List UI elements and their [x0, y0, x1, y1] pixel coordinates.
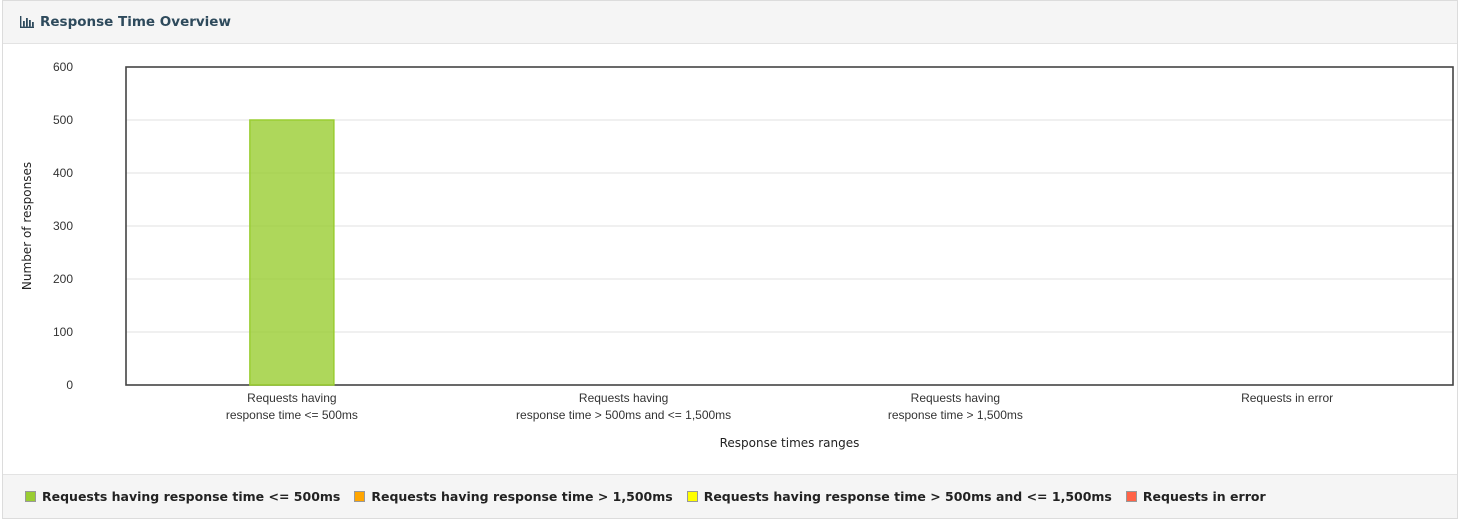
y-tick-label-0: 0 [66, 378, 73, 392]
x-tick-label-2-1: response time > 1,500ms [888, 408, 1023, 422]
panel-header: Response Time Overview [3, 1, 1457, 44]
legend-label: Requests in error [1142, 489, 1266, 504]
legend-item-2[interactable]: Requests having response time > 500ms an… [686, 489, 1112, 504]
y-tick-label-100: 100 [53, 325, 73, 339]
legend-swatch [686, 491, 698, 502]
legend-item-3[interactable]: Requests in error [1125, 489, 1266, 504]
chart-legend: Requests having response time <= 500ms Re… [3, 474, 1457, 518]
legend-label: Requests having response time <= 500ms [42, 489, 341, 504]
legend-item-1[interactable]: Requests having response time > 1,500ms [354, 489, 673, 504]
x-tick-label-0-1: response time <= 500ms [226, 408, 358, 422]
x-tick-label-1-1: response time > 500ms and <= 1,500ms [516, 408, 731, 422]
panel-title: Response Time Overview [20, 14, 231, 30]
response-time-overview-panel: Response Time Overview 0 100 200 300 400 500 6… [2, 0, 1458, 519]
response-time-chart: 0 100 200 300 400 500 600 Requests having respon… [20, 60, 1454, 450]
x-tick-label-2-0: Requests having [911, 391, 1000, 405]
bar-0 [249, 119, 335, 386]
x-axis-title: Response times ranges [720, 436, 860, 450]
legend-label: Requests having response time > 500ms an… [703, 489, 1112, 504]
legend-item-0[interactable]: Requests having response time <= 500ms [25, 489, 340, 504]
x-tick-label-0-0: Requests having [247, 391, 336, 405]
legend-swatch [25, 491, 36, 502]
y-tick-label-500: 500 [53, 113, 73, 127]
x-tick-label-3-0: Requests in error [1241, 391, 1333, 405]
y-tick-label-600: 600 [53, 60, 73, 74]
y-tick-label-400: 400 [53, 166, 73, 180]
legend-swatch [354, 491, 366, 502]
y-axis-title: Number of responses [20, 162, 34, 290]
legend-swatch [1125, 491, 1137, 502]
panel-title-text: Response Time Overview [40, 14, 231, 30]
y-tick-label-200: 200 [53, 272, 73, 286]
legend-label: Requests having response time > 1,500ms [371, 489, 673, 504]
y-tick-label-300: 300 [53, 219, 73, 233]
x-tick-label-1-0: Requests having [579, 391, 668, 405]
bar-chart-icon [20, 16, 34, 28]
